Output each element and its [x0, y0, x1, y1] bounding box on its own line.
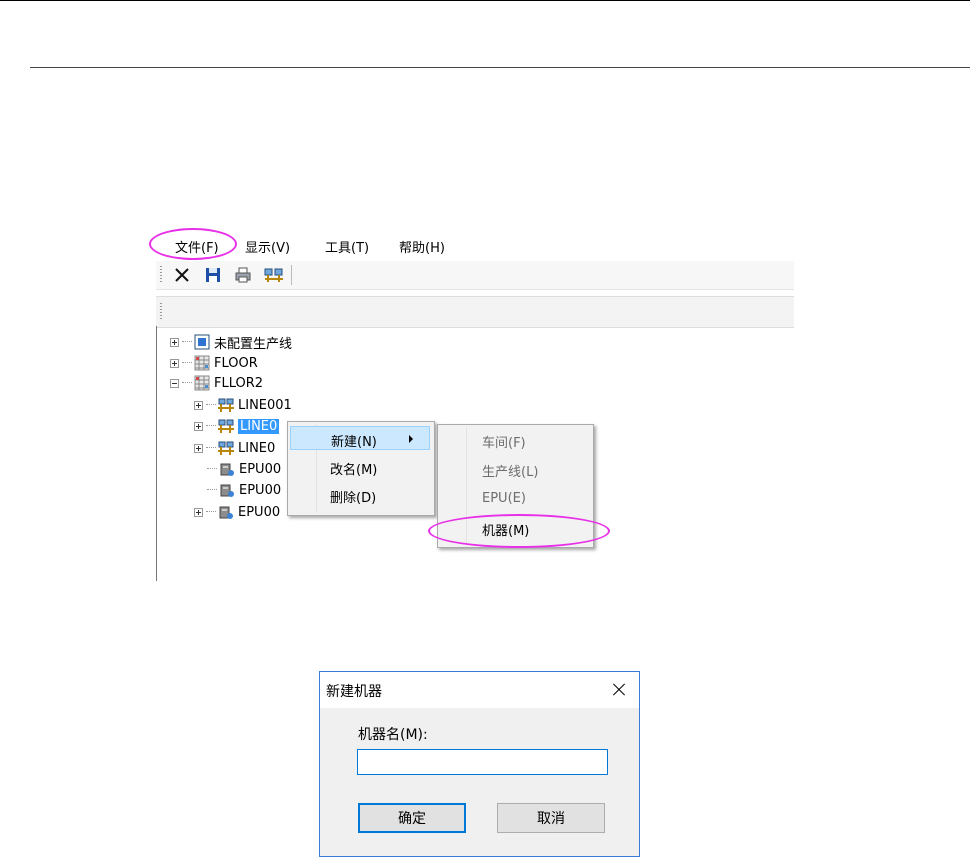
line-icon[interactable] — [264, 266, 283, 284]
menu-item-label: 车间(F) — [482, 436, 526, 451]
epu-icon — [219, 461, 235, 477]
tree-node-label: EPU00 — [239, 461, 282, 477]
tree-node-epu[interactable]: EPU00 — [207, 460, 281, 478]
tree-node-line-selected[interactable]: LINE0 — [194, 417, 280, 435]
collapse-icon[interactable] — [170, 378, 179, 388]
dialog-titlebar[interactable]: 新建机器 — [320, 672, 639, 708]
tree-node-epu[interactable]: EPU00 — [207, 481, 281, 499]
unconfigured-icon — [194, 334, 210, 350]
tree-node-unconfigured[interactable]: 未配置生产线 — [170, 333, 293, 352]
expand-icon[interactable] — [170, 337, 179, 347]
toolbar-grip[interactable] — [160, 303, 162, 319]
menu-item-rename[interactable]: 改名(M) — [290, 455, 430, 479]
menu-view[interactable]: 显示(V) — [243, 237, 292, 256]
tree-node-label: EPU00 — [239, 482, 282, 498]
cancel-button[interactable]: 取消 — [497, 803, 605, 833]
tree-node-label: EPU00 — [238, 504, 281, 520]
delete-icon[interactable] — [173, 266, 191, 284]
tree-node-floor[interactable]: FLOOR — [170, 354, 258, 372]
tree-node-floor2[interactable]: FLLOR2 — [170, 374, 263, 392]
tree-node-epu[interactable]: EPU00 — [194, 503, 280, 521]
toolbar-grip[interactable] — [160, 266, 162, 284]
tree-node-label: LINE0 — [238, 440, 276, 456]
expand-icon[interactable] — [194, 421, 203, 431]
section-rule — [30, 67, 970, 68]
menu-bar: 文件(F) 显示(V) 工具(T) 帮助(H) — [156, 229, 794, 261]
close-icon[interactable] — [605, 676, 633, 704]
line-icon — [218, 440, 234, 456]
menu-help[interactable]: 帮助(H) — [397, 237, 447, 256]
line-icon — [218, 418, 234, 434]
menu-item-label: 删除(D) — [330, 491, 377, 506]
ok-button[interactable]: 确定 — [358, 803, 466, 833]
menu-item-label: 改名(M) — [330, 463, 378, 478]
menu-item-delete[interactable]: 删除(D) — [290, 483, 430, 507]
toolbar-secondary — [156, 296, 794, 328]
expand-icon[interactable] — [194, 507, 203, 517]
line-icon — [218, 397, 234, 413]
tree-node-label: LINE001 — [238, 397, 292, 413]
submenu-item-workshop[interactable]: 车间(F) — [440, 427, 590, 451]
context-menu: 新建(N) 改名(M) 删除(D) — [287, 421, 435, 516]
machine-name-input[interactable] — [357, 749, 608, 775]
toolbar — [156, 261, 794, 290]
submenu-item-epu[interactable]: EPU(E) — [440, 486, 590, 510]
highlight-ring-file-menu — [149, 228, 237, 260]
expand-icon[interactable] — [194, 443, 203, 453]
top-rule — [0, 0, 970, 1]
tree-node-line[interactable]: LINE0 — [194, 439, 275, 457]
submenu-item-line[interactable]: 生产线(L) — [440, 456, 590, 480]
tree-node-label: LINE0 — [238, 418, 280, 434]
tree-node-label: FLOOR — [214, 355, 258, 371]
submenu-arrow-icon — [409, 435, 413, 443]
menu-item-label: 新建(N) — [331, 435, 377, 450]
highlight-ring-machine — [428, 514, 610, 548]
print-icon[interactable] — [234, 266, 252, 284]
tree-node-line001[interactable]: LINE001 — [194, 396, 292, 414]
tree-node-label: FLLOR2 — [214, 375, 264, 391]
menu-tools[interactable]: 工具(T) — [323, 237, 371, 256]
epu-icon — [219, 482, 235, 498]
menu-item-label: EPU(E) — [482, 491, 526, 506]
floor-icon — [194, 355, 210, 371]
toolbar-separator — [291, 265, 292, 285]
tree-border — [156, 326, 157, 581]
dialog-title: 新建机器 — [326, 684, 382, 700]
floor-icon — [194, 375, 210, 391]
machine-name-label: 机器名(M): — [358, 727, 428, 743]
tree-node-label: 未配置生产线 — [214, 336, 293, 352]
expand-icon[interactable] — [194, 400, 203, 410]
menu-item-new[interactable]: 新建(N) — [290, 426, 430, 450]
new-machine-dialog: 新建机器 机器名(M): 确定 取消 — [319, 671, 640, 857]
save-icon[interactable] — [204, 266, 222, 284]
epu-icon — [218, 504, 234, 520]
menu-item-label: 生产线(L) — [482, 465, 539, 480]
expand-icon[interactable] — [170, 358, 179, 368]
